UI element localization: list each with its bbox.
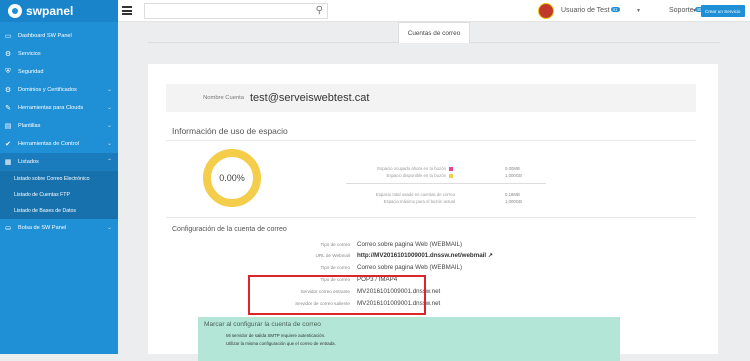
config-title: Configuración de la cuenta de correo [172, 226, 287, 233]
account-name-value: test@serveiswebtest.cat [250, 92, 369, 104]
usage-stat-maximo-value: 1,000GB [505, 199, 545, 204]
config-label: URL de Webmail [208, 253, 350, 258]
usage-stat-maximo: Espacio máximo para el buzón actual [325, 199, 455, 204]
chevron-down-icon: ⌄ [107, 140, 112, 147]
check-circle-icon: ✔ [4, 140, 12, 148]
sidebar-item-dominios[interactable]: ⚙Dominios y Certificados⌄ [0, 81, 118, 99]
gear-icon: ⚙ [4, 50, 12, 58]
user-caret-icon[interactable]: ▼ [636, 8, 641, 14]
usage-donut: 0.00% [203, 149, 261, 207]
search-input[interactable]: ⚲ [144, 3, 328, 19]
usage-stat-ocupado: Espacio ocupado ahora en tu buzón [325, 166, 455, 171]
dashboard-icon: ▭ [4, 32, 12, 40]
create-service-button[interactable]: Crear un Servicio [701, 5, 745, 17]
highlight-box [248, 275, 426, 315]
sidebar-item-clouds[interactable]: ✎Herramientas para Clouds⌄ [0, 99, 118, 117]
swpanel-logo[interactable]: swpanel [0, 0, 118, 22]
config-value: Correo sobre pagina Web (WEBMAIL) [357, 264, 462, 271]
search-icon[interactable]: ⚲ [316, 5, 323, 16]
tab-cuentas-correo[interactable]: Cuentas de correo [398, 22, 470, 43]
avatar[interactable] [538, 3, 554, 19]
chevron-down-icon: ⌄ [107, 224, 112, 231]
usage-stat-total-value: 0,18MB [505, 192, 545, 197]
bag-icon: ⛀ [4, 224, 12, 232]
support-caret-icon[interactable]: ▼ [692, 8, 697, 14]
divider [166, 217, 696, 218]
usage-stat-disponible-value: 1,000GB [505, 173, 545, 178]
listados-submenu: Listado sobre Correo Electrónico Listado… [0, 171, 118, 219]
sidebar-item-control[interactable]: ✔Herramientas de Control⌄ [0, 135, 118, 153]
notice-line: Utilizar la misma configuración que el c… [226, 341, 336, 346]
top-bar: ⚲ Usuario de Test41 ▼ Soporte456 ▼ Crear… [118, 0, 750, 22]
sidebar-item-seguridad[interactable]: ⛨Seguridad [0, 63, 118, 81]
sidebar-item-bolsa[interactable]: ⛀Bolsa de SW Panel⌄ [0, 219, 118, 237]
usage-stat-total: Espacio total usado en cuentas de correo [325, 192, 455, 197]
account-name-row: Nombre Cuenta test@serveiswebtest.cat [166, 84, 696, 112]
usage-percent: 0.00% [219, 173, 245, 183]
user-badge: 41 [611, 7, 620, 12]
webmail-url-link[interactable]: http://MV2016101009001.dnssw.net/webmail… [357, 252, 493, 259]
tab-bar: Cuentas de correo [148, 22, 720, 43]
logo-icon [8, 4, 22, 18]
list-icon: ▦ [4, 158, 12, 166]
config-label: Tipo de correo [208, 242, 350, 247]
usage-stat-ocupado-value: 0,00MB [505, 166, 545, 171]
legend-swatch [449, 174, 453, 178]
sidebar-item-listados[interactable]: ▦Listados⌃ [0, 153, 118, 171]
account-card: Nombre Cuenta test@serveiswebtest.cat In… [148, 64, 718, 354]
divider [346, 183, 546, 184]
notice-title: Marcar al configurar la cuenta de correo [204, 321, 321, 328]
wrench-icon: ✎ [4, 104, 12, 112]
external-link-icon[interactable]: ↗ [488, 252, 493, 259]
sidebar-subitem-correo[interactable]: Listado sobre Correo Electrónico [0, 171, 118, 187]
account-name-label: Nombre Cuenta [198, 95, 244, 101]
chevron-up-icon: ⌃ [107, 158, 112, 165]
sidebar-item-dashboard[interactable]: ▭Dashboard SW Panel [0, 27, 118, 45]
sidebar-item-plantillas[interactable]: ▤Plantillas⌄ [0, 117, 118, 135]
cogs-icon: ⚙ [4, 86, 12, 94]
chevron-down-icon: ⌄ [107, 86, 112, 93]
usage-title: Información de uso de espacio [172, 126, 288, 136]
usage-stat-disponible: Espacio disponible en tu buzón [325, 173, 455, 178]
user-menu[interactable]: Usuario de Test41 [561, 7, 620, 14]
chevron-down-icon: ⌄ [107, 122, 112, 129]
config-value: Correo sobre pagina Web (WEBMAIL) [357, 241, 462, 248]
chevron-down-icon: ⌄ [107, 104, 112, 111]
sidebar: swpanel ▭Dashboard SW Panel ⚙Servicios ⛨… [0, 0, 118, 354]
config-label: Tipo de correo [208, 265, 350, 270]
file-icon: ▤ [4, 122, 12, 130]
notice-line: Mi servidor de salida SMTP requiere aute… [226, 333, 325, 338]
divider [166, 140, 696, 141]
sidebar-subitem-bases-datos[interactable]: Listado de Bases de Datos [0, 203, 118, 219]
hamburger-menu-icon[interactable] [122, 6, 132, 15]
legend-swatch [449, 167, 453, 171]
main-content: Cuentas de correo Nombre Cuenta test@ser… [118, 22, 750, 354]
sidebar-item-servicios[interactable]: ⚙Servicios [0, 45, 118, 63]
config-notice: Marcar al configurar la cuenta de correo… [198, 317, 620, 361]
sidebar-menu: ▭Dashboard SW Panel ⚙Servicios ⛨Segurida… [0, 27, 118, 237]
sidebar-subitem-ftp[interactable]: Listado de Cuentas FTP [0, 187, 118, 203]
shield-icon: ⛨ [4, 68, 12, 76]
